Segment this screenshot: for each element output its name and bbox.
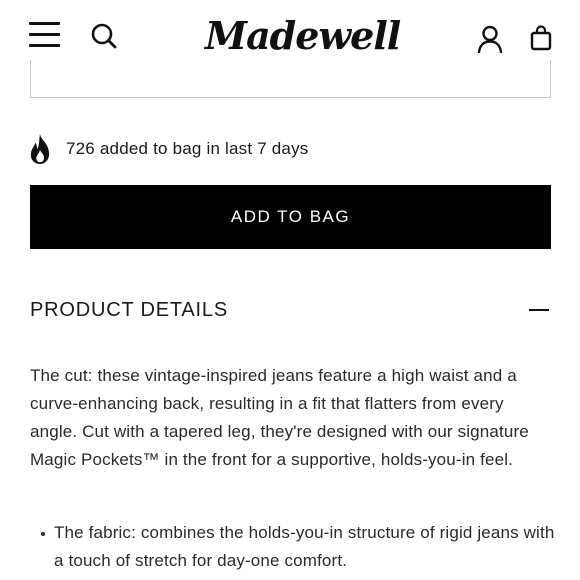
size-selector-field[interactable] — [30, 60, 551, 98]
bullet-icon — [41, 532, 45, 536]
account-icon[interactable] — [477, 25, 503, 53]
search-icon[interactable] — [90, 22, 118, 50]
brand-logo[interactable]: Madewell — [205, 12, 401, 60]
add-to-bag-button[interactable]: ADD TO BAG — [30, 185, 551, 249]
shopping-bag-icon[interactable] — [529, 25, 553, 51]
product-details-bullets: The fabric: combines the holds-you-in st… — [30, 519, 555, 575]
social-proof-notice: 726 added to bag in last 7 days — [28, 131, 309, 167]
product-details-title: PRODUCT DETAILS — [30, 298, 228, 321]
collapse-minus-icon[interactable] — [529, 309, 549, 311]
menu-icon[interactable] — [29, 22, 60, 48]
bullet-text: The fabric: combines the holds-you-in st… — [54, 523, 555, 570]
product-details-accordion-header[interactable]: PRODUCT DETAILS — [30, 290, 551, 330]
flame-icon — [30, 134, 50, 164]
list-item: The fabric: combines the holds-you-in st… — [30, 519, 555, 575]
product-description: The cut: these vintage-inspired jeans fe… — [30, 366, 529, 469]
social-proof-text: 726 added to bag in last 7 days — [66, 139, 309, 158]
